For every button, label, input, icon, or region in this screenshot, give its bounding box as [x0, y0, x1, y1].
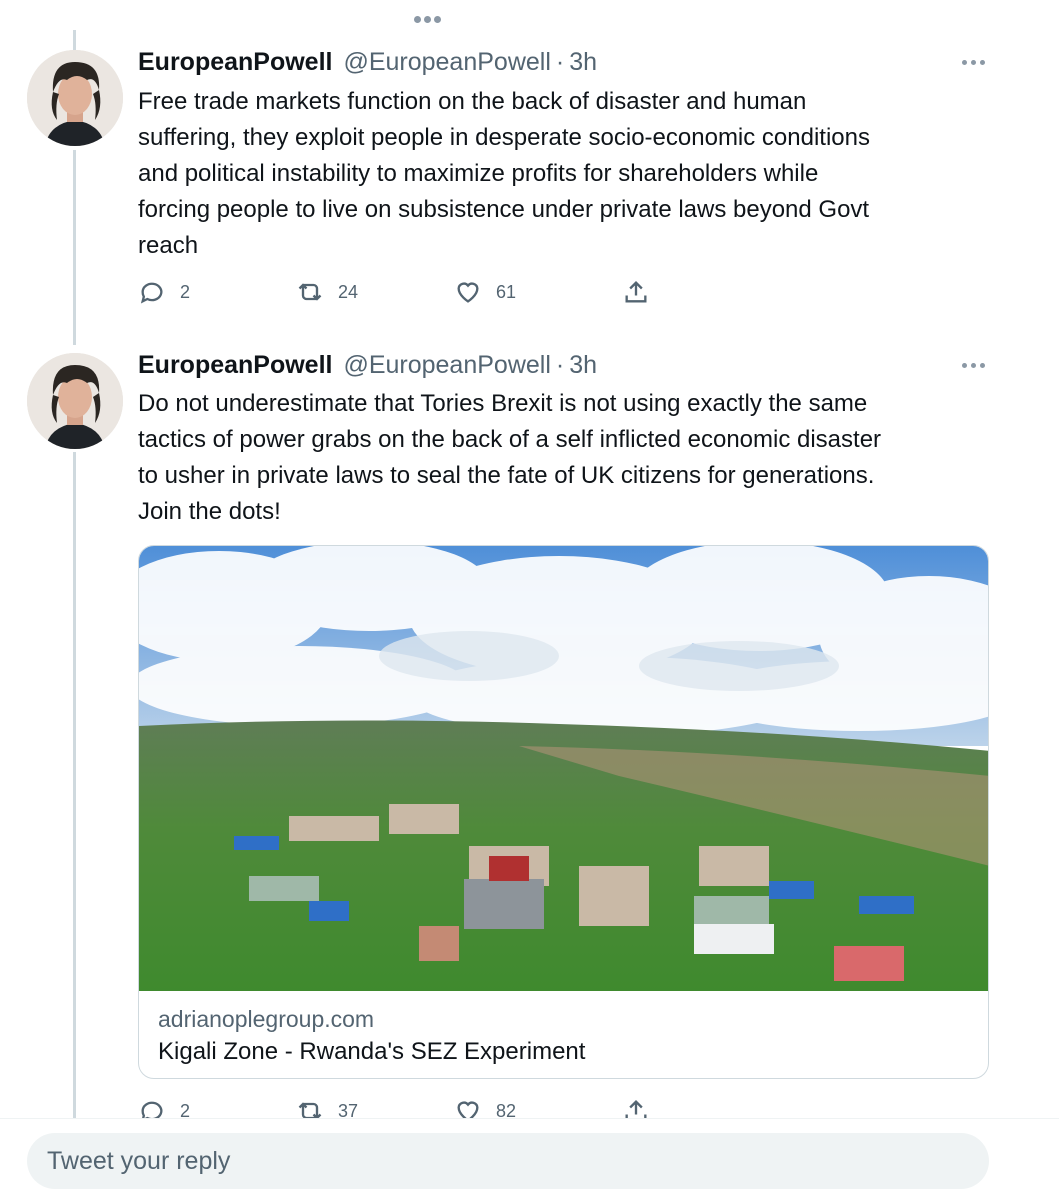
user-handle[interactable]: @EuropeanPowell [343, 351, 550, 379]
tweet-text: Do not underestimate that Tories Brexit … [138, 390, 882, 525]
tweet[interactable]: EuropeanPowell @EuropeanPowell · 3h Do not… [0, 0, 1059, 1123]
separator: · [555, 351, 565, 379]
card-title: Kigali Zone - Rwanda's SEZ Experiment [158, 1038, 586, 1065]
link-card[interactable]: adrianoplegroup.com Kigali Zone - Rwanda… [138, 545, 989, 1079]
more-dots-icon[interactable] [962, 361, 988, 369]
reply-bar: Tweet your reply [0, 1118, 1059, 1200]
display-name[interactable]: EuropeanPowell [138, 351, 332, 379]
reply-input[interactable]: Tweet your reply [27, 1133, 989, 1189]
avatar[interactable] [27, 353, 123, 449]
tweet-header: EuropeanPowell @EuropeanPowell · 3h [138, 351, 597, 380]
card-image [139, 546, 988, 991]
avatar-image [27, 353, 123, 449]
card-domain: adrianoplegroup.com [158, 1006, 375, 1032]
timestamp[interactable]: 3h [569, 351, 597, 379]
